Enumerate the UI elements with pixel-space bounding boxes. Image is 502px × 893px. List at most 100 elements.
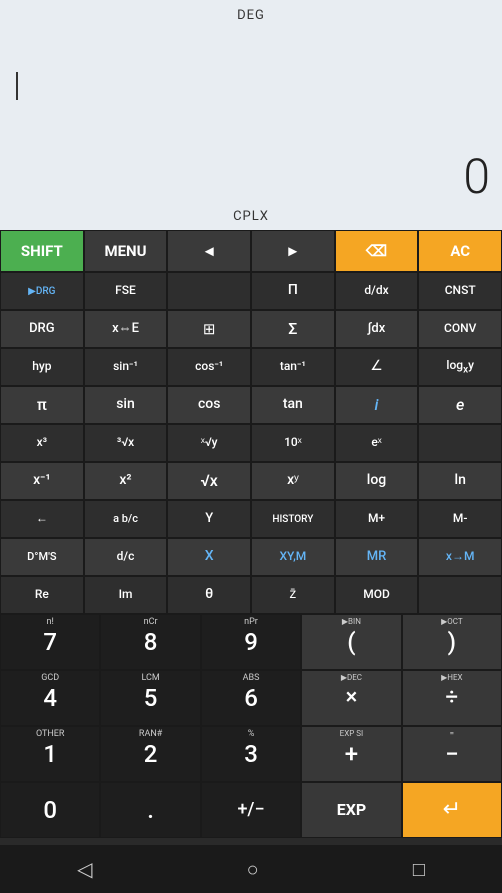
row-drg-sub: ▶DRG FSE Π d/dx CNST: [0, 272, 502, 310]
re-sub-button[interactable]: Re: [0, 576, 84, 614]
n2-button[interactable]: RAN# 2: [100, 726, 200, 782]
mul-button[interactable]: ▶DEC ×: [301, 670, 401, 726]
logy-button[interactable]: logxy: [418, 348, 502, 386]
xm-button[interactable]: x→M: [418, 538, 502, 576]
drg-sub-button[interactable]: ▶DRG: [0, 272, 84, 310]
tan-inv-button[interactable]: tan⁻¹: [251, 348, 335, 386]
dc-button[interactable]: d/c: [84, 538, 168, 576]
menu-button[interactable]: MENU: [84, 230, 168, 272]
tan-button[interactable]: tan: [251, 386, 335, 424]
history-button[interactable]: HISTORY: [251, 500, 335, 538]
sin-inv-button[interactable]: sin⁻¹: [84, 348, 168, 386]
ln-button[interactable]: ln: [418, 462, 502, 500]
n7-button[interactable]: n! 7: [0, 614, 100, 670]
right-arrow-button[interactable]: ►: [251, 230, 335, 272]
shift-button[interactable]: SHIFT: [0, 230, 84, 272]
row-complex-sub: Re Im θ z̄ MOD: [0, 576, 502, 614]
row-hyp-sub: hyp sin⁻¹ cos⁻¹ tan⁻¹ ∠ logxy: [0, 348, 502, 386]
minus-button[interactable]: = −: [402, 726, 502, 782]
dms-button[interactable]: D°M′S: [0, 538, 84, 576]
dot-button[interactable]: .: [100, 782, 200, 838]
y-sub-button[interactable]: Y: [167, 500, 251, 538]
pi-button[interactable]: π: [0, 386, 84, 424]
ac-button[interactable]: AC: [418, 230, 502, 272]
mminus-button[interactable]: M-: [418, 500, 502, 538]
hyp-sub-button[interactable]: hyp: [0, 348, 84, 386]
home-button[interactable]: ○: [227, 849, 279, 890]
sqrtx-button[interactable]: √x: [167, 462, 251, 500]
i-button[interactable]: i: [335, 386, 419, 424]
lparen-button[interactable]: ▶BIN (: [301, 614, 401, 670]
n4-button[interactable]: GCD 4: [0, 670, 100, 726]
n3-button[interactable]: % 3: [201, 726, 301, 782]
mod-sub-button[interactable]: MOD: [335, 576, 419, 614]
n9-button[interactable]: nPr 9: [201, 614, 301, 670]
mr-button[interactable]: MR: [335, 538, 419, 576]
empty-r2: [167, 272, 251, 310]
tenx-sub-button[interactable]: 10ˣ: [251, 424, 335, 462]
xrty-sub-button[interactable]: ˣ√y: [167, 424, 251, 462]
drg-button[interactable]: DRG: [0, 310, 84, 348]
row-0: 0 . +/− EXP ↵: [0, 782, 502, 838]
cursor: [16, 72, 18, 100]
x-btn-button[interactable]: X: [167, 538, 251, 576]
ex-sub-button[interactable]: eˣ: [335, 424, 419, 462]
display-area: DEG 0 CPLX: [0, 0, 502, 230]
conv-button[interactable]: CONV: [418, 310, 502, 348]
x2-button[interactable]: x²: [84, 462, 168, 500]
cbrtx-sub-button[interactable]: ³√x: [84, 424, 168, 462]
exp-button[interactable]: EXP: [301, 782, 401, 838]
grid-button[interactable]: ⊞: [167, 310, 251, 348]
fse-button[interactable]: FSE: [84, 272, 168, 310]
row-power: x⁻¹ x² √x xʸ log ln: [0, 462, 502, 500]
plus-button[interactable]: EXP SI +: [301, 726, 401, 782]
im-sub-button[interactable]: Im: [84, 576, 168, 614]
left-arr-sub[interactable]: ←: [0, 500, 84, 538]
theta-sub-button[interactable]: θ: [167, 576, 251, 614]
back-button[interactable]: ◁: [57, 849, 112, 889]
n0-button[interactable]: 0: [0, 782, 100, 838]
x3-sub-button[interactable]: x³: [0, 424, 84, 462]
result-line: 0: [12, 148, 490, 209]
sin-button[interactable]: sin: [84, 386, 168, 424]
row-power-sub: x³ ³√x ˣ√y 10ˣ eˣ: [0, 424, 502, 462]
abc-sub-button[interactable]: a b/c: [84, 500, 168, 538]
xe-button[interactable]: x⇔E: [84, 310, 168, 348]
log-button[interactable]: log: [335, 462, 419, 500]
mplus-button[interactable]: M+: [335, 500, 419, 538]
xy-button[interactable]: xʸ: [251, 462, 335, 500]
ddx-button[interactable]: d/dx: [335, 272, 419, 310]
zbar-sub-button[interactable]: z̄: [251, 576, 335, 614]
cos-inv-button[interactable]: cos⁻¹: [167, 348, 251, 386]
rparen-button[interactable]: ▶OCT ): [402, 614, 502, 670]
xinv-button[interactable]: x⁻¹: [0, 462, 84, 500]
n5-button[interactable]: LCM 5: [100, 670, 200, 726]
row-shift: SHIFT MENU ◄ ► ⌫ AC: [0, 230, 502, 272]
posneg-button[interactable]: +/−: [201, 782, 301, 838]
sigma-button[interactable]: Σ: [251, 310, 335, 348]
n8-button[interactable]: nCr 8: [100, 614, 200, 670]
empty-r10: [418, 576, 502, 614]
input-line: [12, 23, 490, 148]
row-mem-sub: ← a b/c Y HISTORY M+ M-: [0, 500, 502, 538]
n1-button[interactable]: OTHER 1: [0, 726, 100, 782]
n6-button[interactable]: ABS 6: [201, 670, 301, 726]
empty-r6: [418, 424, 502, 462]
cos-button[interactable]: cos: [167, 386, 251, 424]
row-123: OTHER 1 RAN# 2 % 3 EXP SI + = −: [0, 726, 502, 782]
nav-bar: ◁ ○ □: [0, 845, 502, 893]
pi-sub-button[interactable]: Π: [251, 272, 335, 310]
angle-button[interactable]: ∠: [335, 348, 419, 386]
enter-button[interactable]: ↵: [402, 782, 502, 838]
left-arrow-button[interactable]: ◄: [167, 230, 251, 272]
intdx-button[interactable]: ∫dx: [335, 310, 419, 348]
xym-button[interactable]: XY,M: [251, 538, 335, 576]
row-dms: D°M′S d/c X XY,M MR x→M: [0, 538, 502, 576]
row-drg: DRG x⇔E ⊞ Σ ∫dx CONV: [0, 310, 502, 348]
div-button[interactable]: ▶HEX ÷: [402, 670, 502, 726]
row-789: n! 7 nCr 8 nPr 9 ▶BIN ( ▶OCT ): [0, 614, 502, 670]
delete-button[interactable]: ⌫: [335, 230, 419, 272]
cnst-button[interactable]: CNST: [418, 272, 502, 310]
recent-button[interactable]: □: [393, 849, 445, 890]
e-button[interactable]: e: [418, 386, 502, 424]
